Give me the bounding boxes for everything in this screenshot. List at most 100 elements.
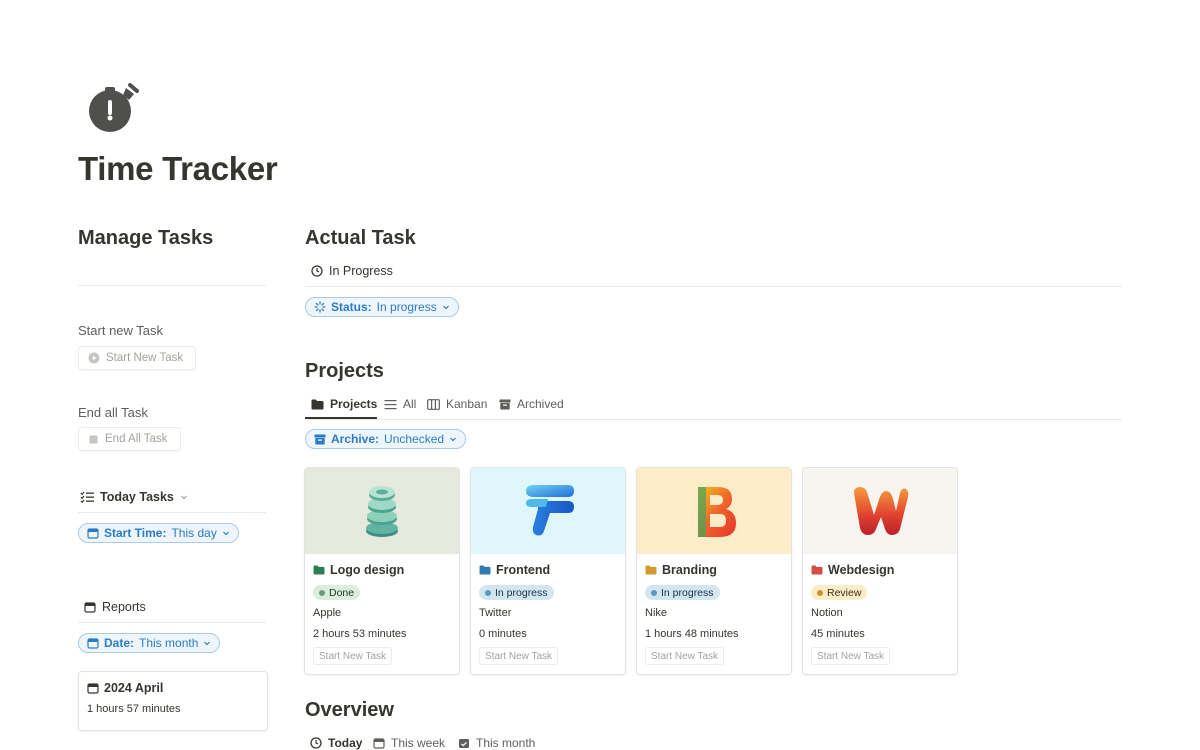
status-badge-label: In progress <box>661 586 714 599</box>
clock-icon <box>311 265 323 277</box>
status-badge-label: Done <box>329 586 355 599</box>
reports-view-tab[interactable]: Reports <box>84 600 146 614</box>
card-client: Apple <box>313 607 342 619</box>
clock-icon <box>310 737 322 749</box>
card-client: Twitter <box>479 607 512 619</box>
project-card[interactable]: Webdesign Review Notion 45 minutes Start… <box>802 467 958 675</box>
tab-today[interactable]: Today <box>310 736 362 750</box>
tab-archived-label: Archived <box>517 397 564 411</box>
calendar-icon <box>87 528 99 539</box>
chevron-down-icon <box>204 641 211 646</box>
chevron-down-icon <box>442 305 449 310</box>
divider <box>305 419 1122 420</box>
start-new-task-label: Start new Task <box>78 323 164 338</box>
calendar-icon <box>84 602 96 613</box>
filter-prop: Archive: <box>331 432 380 446</box>
filter-prop: Date: <box>104 636 135 650</box>
tab-all[interactable]: All <box>384 397 416 411</box>
card-client: Notion <box>811 607 843 619</box>
folder-icon <box>479 565 491 575</box>
in-progress-view-tab[interactable]: In Progress <box>311 264 393 278</box>
status-badge: Done <box>313 585 361 600</box>
filter-value: Unchecked <box>384 432 445 446</box>
actual-task-heading: Actual Task <box>305 227 416 249</box>
card-cover <box>305 468 459 554</box>
start-new-task-button[interactable]: Start New Task <box>78 346 196 370</box>
manage-tasks-heading: Manage Tasks <box>78 227 214 249</box>
card-start-new-task-button[interactable]: Start New Task <box>645 647 725 665</box>
list-icon <box>384 399 397 409</box>
chevron-down-icon <box>450 437 457 442</box>
checklist-icon <box>80 491 94 503</box>
end-all-task-button[interactable]: End All Task <box>78 427 181 451</box>
status-badge: Review <box>811 585 868 600</box>
project-card[interactable]: Frontend In progress Twitter 0 minutes S… <box>470 467 626 675</box>
stacked-rings-graphic <box>366 486 398 537</box>
folder-icon <box>311 399 324 409</box>
tab-this-month-label: This month <box>476 736 536 750</box>
archive-icon <box>499 399 511 409</box>
stopwatch-icon <box>89 83 139 132</box>
start-new-task-button-label: Start New Task <box>106 352 184 364</box>
divider <box>78 512 266 513</box>
filter-prop: Status: <box>331 300 372 314</box>
today-tasks-title: Today Tasks <box>100 490 174 504</box>
status-filter-pill[interactable]: Status: In progress <box>305 297 459 317</box>
card-start-new-task-button[interactable]: Start New Task <box>811 647 891 665</box>
calendar-icon <box>373 738 385 749</box>
report-card[interactable]: 2024 April 1 hours 57 minutes <box>78 671 268 731</box>
folder-icon <box>645 565 657 575</box>
chevron-down-icon <box>222 531 229 536</box>
divider <box>305 286 1122 287</box>
divider <box>78 622 266 623</box>
card-time: 2 hours 53 minutes <box>313 628 407 640</box>
card-start-new-task-button[interactable]: Start New Task <box>313 647 393 665</box>
tab-this-week-label: This week <box>391 736 446 750</box>
card-title: Webdesign <box>828 563 895 577</box>
card-cover <box>637 468 791 554</box>
card-start-new-task-button[interactable]: Start New Task <box>479 647 559 665</box>
tab-this-month[interactable]: This month <box>458 736 535 750</box>
projects-heading: Projects <box>305 360 384 382</box>
archive-icon <box>314 434 326 444</box>
card-time: 1 hours 48 minutes <box>645 628 739 640</box>
letter-w-graphic <box>854 487 909 535</box>
report-card-title: 2024 April <box>104 681 164 695</box>
tab-projects-label: Projects <box>330 397 378 411</box>
board-icon <box>427 398 440 410</box>
card-title: Logo design <box>330 563 405 577</box>
card-cover <box>471 468 625 554</box>
tab-today-label: Today <box>328 736 363 750</box>
tab-this-week[interactable]: This week <box>373 736 445 750</box>
tab-projects[interactable]: Projects <box>311 397 377 411</box>
start-time-filter-pill[interactable]: Start Time: This day <box>78 523 239 543</box>
filter-value: This day <box>171 526 217 540</box>
report-card-value: 1 hours 57 minutes <box>87 703 181 715</box>
today-tasks-view-tab[interactable]: Today Tasks <box>80 490 188 504</box>
in-progress-view-title: In Progress <box>329 264 393 278</box>
calendar-icon <box>87 683 99 694</box>
card-title: Frontend <box>496 563 551 577</box>
blue-shape-graphic <box>526 485 574 536</box>
calendar-icon <box>87 638 99 649</box>
filter-value: This month <box>139 636 199 650</box>
reports-title: Reports <box>102 600 146 614</box>
project-card[interactable]: Branding In progress Nike 1 hours 48 min… <box>636 467 792 675</box>
project-card[interactable]: Logo design Done Apple 2 hours 53 minute… <box>304 467 460 675</box>
calendar-check-icon <box>459 739 469 748</box>
filter-value: In progress <box>376 300 437 314</box>
card-time: 45 minutes <box>811 628 865 640</box>
overview-heading: Overview <box>305 699 394 721</box>
date-filter-pill[interactable]: Date: This month <box>78 633 221 653</box>
tab-all-label: All <box>403 397 417 411</box>
tab-archived[interactable]: Archived <box>499 397 564 411</box>
chevron-down-icon <box>180 495 187 500</box>
tab-kanban[interactable]: Kanban <box>427 397 487 411</box>
card-time: 0 minutes <box>479 628 527 640</box>
stop-icon <box>89 435 98 443</box>
archive-filter-pill[interactable]: Archive: Unchecked <box>305 429 467 449</box>
end-all-task-label: End all Task <box>78 405 148 420</box>
folder-icon <box>313 565 325 575</box>
card-client: Nike <box>645 607 668 619</box>
status-badge: In progress <box>645 585 720 600</box>
